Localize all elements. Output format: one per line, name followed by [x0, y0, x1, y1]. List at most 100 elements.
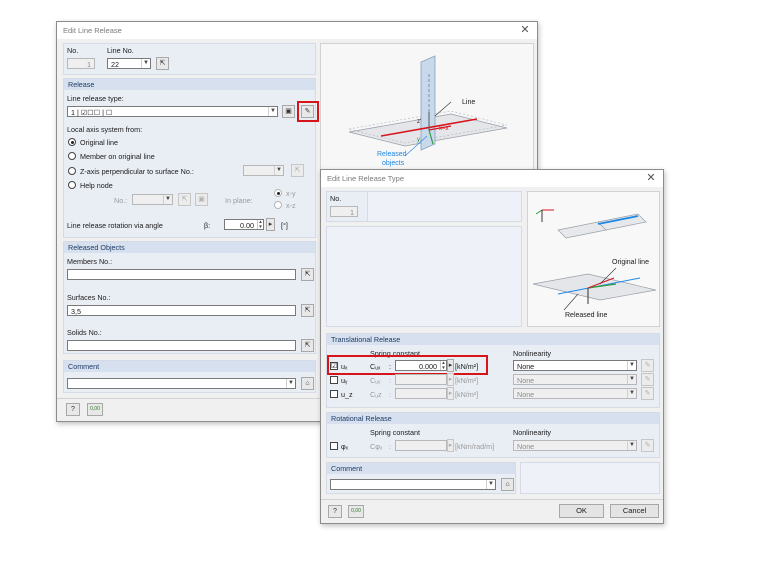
help-icon[interactable]: ? [328, 505, 342, 518]
number-group: No. 1 Line No. 22 ▼ ⇱ [63, 43, 316, 75]
cphix-input [395, 440, 447, 451]
pick-surfaces-button[interactable]: ⇱ [301, 304, 314, 317]
cuy-label: Cᵤᵧ [370, 376, 381, 385]
title-bar: Edit Line Release ✕ [57, 22, 537, 39]
units-icon[interactable]: 0,00 [87, 403, 103, 416]
figure-axis-z: z' [417, 119, 422, 125]
chevron-down-icon[interactable]: ▼ [627, 361, 636, 370]
in-plane-label: In plane: [225, 196, 253, 205]
line-no-select[interactable]: 22 ▼ [107, 58, 151, 69]
cuz-input [395, 388, 447, 399]
radio-original-line[interactable] [68, 138, 76, 146]
members-input[interactable] [67, 269, 296, 280]
pick-line-button[interactable]: ⇱ [156, 57, 169, 70]
rotational-release-header: Rotational Release [327, 413, 659, 424]
ux-nonlinearity-select[interactable]: None ▼ [513, 360, 637, 371]
uy-nonlinearity-value: None [517, 376, 535, 385]
comment-library-button[interactable]: ⌂ [301, 377, 314, 390]
help-node-select: ▼ [132, 194, 173, 205]
cuz-label: Cᵤz [370, 390, 382, 399]
option-original-line: Original line [80, 138, 118, 147]
cuy-pick-button: ▸ [447, 373, 454, 386]
vertical-surface-plate [420, 55, 436, 151]
rot-spring-constant-label: Spring constant [370, 428, 420, 437]
beta-label: β: [204, 221, 211, 230]
radio-z-axis-surface[interactable] [68, 167, 76, 175]
no-label: No. [330, 194, 342, 203]
beta-value: 0.00 [240, 221, 254, 230]
chevron-down-icon[interactable]: ▼ [286, 379, 295, 388]
cuz-unit: [kN/m²] [455, 390, 479, 399]
cuy-unit: [kN/m²] [455, 376, 479, 385]
plane-xy-label: x-y [286, 189, 296, 198]
figure-line-label: Line [462, 99, 476, 106]
line-release-type-select[interactable]: 1 | ☑☐☐ | ☐ ▼ [67, 106, 278, 117]
translational-release-header: Translational Release [327, 334, 659, 345]
radio-plane-xz [274, 201, 282, 209]
members-label: Members No.: [67, 257, 113, 266]
uz-nonlinearity-edit-button: ✎ [641, 387, 654, 400]
edit-release-type-highlight [297, 101, 319, 122]
type-comment-select[interactable]: ▼ [330, 479, 496, 490]
type-comment-group: Comment ▼ ⌂ [326, 462, 516, 494]
pick-members-button[interactable]: ⇱ [301, 268, 314, 281]
line-release-figure: Line x=x' z' y Released objects [320, 43, 534, 173]
pick-surface-button: ⇱ [291, 164, 304, 177]
surface-no-select: ▼ [243, 165, 284, 176]
units-icon[interactable]: 0,00 [348, 505, 364, 518]
chevron-down-icon[interactable]: ▼ [141, 59, 150, 68]
radio-member-on-line[interactable] [68, 152, 76, 160]
colon-label: : [389, 376, 391, 385]
uy-label: uᵧ [341, 376, 348, 385]
figure-axis-x: x=x' [439, 126, 450, 132]
released-objects-group: Released Objects Members No.: ⇱ Surfaces… [63, 241, 316, 354]
solids-label: Solids No.: [67, 328, 102, 337]
chevron-down-icon: ▼ [163, 195, 172, 204]
surfaces-input[interactable]: 3,5 [67, 305, 296, 316]
figure-original-line-label: Original line [612, 259, 649, 266]
close-icon[interactable]: ✕ [519, 23, 531, 37]
type-name-group [367, 191, 522, 222]
cuy-input [395, 374, 447, 385]
cphix-pick-button: ▸ [447, 439, 454, 452]
help-icon[interactable]: ? [66, 403, 80, 416]
uy-nonlinearity-select: None ▼ [513, 374, 637, 385]
help-node-no-label: No.: [114, 196, 128, 205]
figure-released-label: Released [377, 151, 407, 158]
comment-select[interactable]: ▼ [67, 378, 296, 389]
beta-pick-button[interactable]: ▸ [266, 218, 275, 231]
phix-checkbox[interactable] [330, 442, 338, 450]
uz-nonlinearity-value: None [517, 390, 535, 399]
close-icon[interactable]: ✕ [645, 171, 657, 185]
uy-checkbox[interactable] [330, 376, 338, 384]
option-z-axis-surface: Z-axis perpendicular to surface No.: [80, 167, 194, 176]
line-no-label: Line No. [107, 46, 134, 55]
comment-group: Comment ▼ ⌂ [63, 360, 316, 393]
ok-button[interactable]: OK [559, 504, 604, 518]
chevron-down-icon[interactable]: ▼ [486, 480, 495, 489]
beta-input[interactable]: 0.00 ▲ ▼ [224, 219, 264, 230]
figure-released-line-label: Released line [565, 312, 608, 319]
no-field: 1 [330, 206, 358, 217]
phix-nonlinearity-value: None [517, 442, 535, 451]
chevron-down-icon: ▼ [274, 166, 283, 175]
chevron-down-icon: ▼ [627, 389, 636, 398]
phix-label: φₓ [341, 442, 349, 451]
release-header: Release [64, 79, 315, 90]
chevron-down-icon[interactable]: ▼ [268, 107, 277, 116]
no-label: No. [67, 46, 79, 55]
uz-checkbox[interactable] [330, 390, 338, 398]
cancel-button[interactable]: Cancel [610, 504, 659, 518]
spinner-icon[interactable]: ▲ ▼ [257, 220, 263, 229]
new-release-type-button[interactable]: ▣ [282, 105, 295, 118]
pick-solids-button[interactable]: ⇱ [301, 339, 314, 352]
figure-objects-label: objects [382, 160, 405, 167]
ux-nonlinearity-value: None [517, 362, 535, 371]
type-comment-header: Comment [327, 463, 515, 474]
edit-line-release-type-window: Edit Line Release Type ✕ No. 1 Original … [320, 169, 664, 524]
radio-help-node[interactable] [68, 181, 76, 189]
type-comment-library-button[interactable]: ⌂ [501, 478, 514, 491]
type-options-panel [326, 226, 522, 327]
solids-input[interactable] [67, 340, 296, 351]
release-type-figure: Original line Released line [527, 191, 660, 327]
